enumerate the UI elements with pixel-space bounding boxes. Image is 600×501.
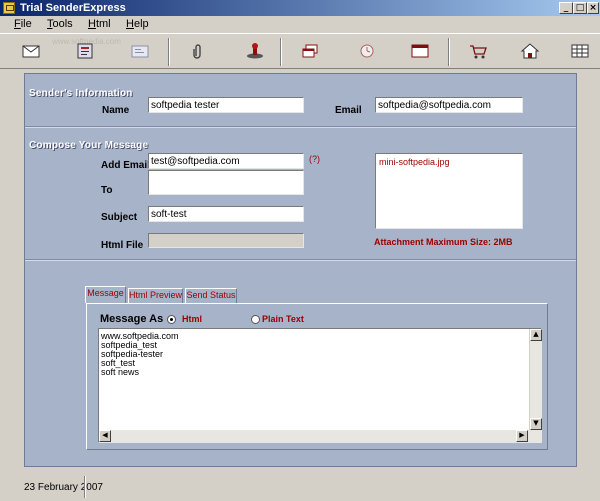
plain-text-radio-label[interactable]: Plain Text — [262, 314, 304, 324]
message-body[interactable]: www.softpedia.com softpedia_test softped… — [98, 328, 542, 443]
browser-window-icon — [411, 44, 429, 58]
minimize-button[interactable]: _ — [559, 2, 573, 14]
shopping-cart-icon — [470, 45, 487, 59]
tab-send-status[interactable]: Send Status — [185, 288, 237, 303]
toolbar-separator — [280, 38, 282, 66]
toolbar-separator — [168, 38, 170, 66]
app-icon[interactable] — [3, 2, 15, 14]
attach-button[interactable] — [186, 40, 210, 62]
vertical-scrollbar[interactable]: ▲ ▼ — [529, 329, 542, 430]
maximize-button[interactable]: □ — [573, 2, 587, 14]
email-label: Email — [335, 105, 362, 116]
scroll-left-button[interactable]: ◀ — [99, 430, 111, 442]
browser-button[interactable] — [408, 40, 432, 62]
tab-content: Message As Html Plain Text www.softpedia… — [86, 303, 548, 450]
message-line: soft_test — [101, 358, 136, 368]
card-button[interactable] — [128, 40, 152, 62]
attachment-item[interactable]: mini-softpedia.jpg — [379, 157, 519, 168]
to-label: To — [101, 185, 113, 196]
tab-message[interactable]: Message — [85, 286, 126, 303]
toolbar: www.softpedia.com — [0, 33, 600, 69]
window-title: Trial SenderExpress — [20, 2, 126, 14]
name-field[interactable]: softpedia tester — [148, 97, 304, 113]
html-file-label: Html File — [101, 240, 144, 251]
status-date: 23 February 2007 — [24, 482, 103, 493]
html-radio-label[interactable]: Html — [182, 314, 202, 324]
card-icon — [131, 45, 149, 58]
new-message-button[interactable] — [19, 40, 43, 62]
plain-text-radio[interactable] — [251, 315, 260, 324]
attachment-list[interactable]: mini-softpedia.jpg — [375, 153, 523, 229]
address-book-icon — [77, 43, 93, 59]
grid-icon — [571, 44, 589, 58]
message-line: softpedia-tester — [101, 349, 164, 359]
rubber-stamp-icon — [247, 43, 263, 59]
to-field[interactable] — [148, 170, 304, 195]
grid-button[interactable] — [568, 40, 592, 62]
clock-icon — [360, 44, 374, 58]
windows-button[interactable] — [298, 40, 322, 62]
windows-icon — [302, 44, 318, 58]
title-bar[interactable]: Trial SenderExpress _ □ × — [0, 0, 600, 16]
toolbar-separator — [448, 38, 450, 66]
address-book-button[interactable] — [73, 40, 97, 62]
message-line: soft news — [101, 367, 140, 377]
scroll-right-button[interactable]: ▶ — [516, 430, 528, 442]
sender-heading: Sender's Information — [29, 88, 133, 99]
html-radio[interactable] — [167, 315, 176, 324]
close-button[interactable]: × — [587, 2, 599, 14]
stamp-button[interactable] — [243, 40, 267, 62]
home-icon — [520, 43, 540, 59]
menu-help[interactable]: Help — [126, 17, 149, 31]
attachment-size-note: Attachment Maximum Size: 2MB — [374, 237, 513, 247]
horizontal-scrollbar[interactable]: ◀ ▶ — [99, 430, 541, 442]
menu-bar: File Tools Html Help — [0, 16, 600, 32]
tab-html-preview[interactable]: Html Preview — [128, 288, 183, 303]
menu-tools[interactable]: Tools — [47, 17, 73, 31]
home-button[interactable] — [518, 40, 542, 62]
buy-button[interactable] — [466, 40, 490, 62]
message-line: softpedia_test — [101, 340, 158, 350]
add-emails-field[interactable]: test@softpedia.com — [148, 153, 304, 169]
envelope-icon — [22, 45, 40, 58]
help-link[interactable]: (?) — [309, 154, 320, 164]
html-file-field[interactable] — [148, 233, 304, 248]
scroll-down-button[interactable]: ▼ — [530, 418, 542, 430]
section-divider — [25, 126, 576, 128]
message-line: www.softpedia.com — [101, 331, 179, 341]
menu-file[interactable]: File — [14, 17, 32, 31]
name-label: Name — [102, 105, 130, 116]
paperclip-icon — [193, 44, 201, 59]
scroll-up-button[interactable]: ▲ — [530, 329, 542, 341]
email-field[interactable]: softpedia@softpedia.com — [375, 97, 523, 113]
schedule-button[interactable] — [355, 40, 379, 62]
subject-label: Subject — [101, 212, 138, 223]
section-divider — [25, 259, 576, 261]
status-separator — [84, 476, 86, 498]
compose-heading: Compose Your Message — [29, 140, 149, 151]
message-as-label: Message As — [100, 313, 164, 325]
menu-html[interactable]: Html — [88, 17, 111, 31]
subject-field[interactable]: soft-test — [148, 206, 304, 222]
main-panel: Sender's Information Name softpedia test… — [24, 73, 577, 467]
status-bar: 23 February 2007 — [0, 470, 600, 501]
